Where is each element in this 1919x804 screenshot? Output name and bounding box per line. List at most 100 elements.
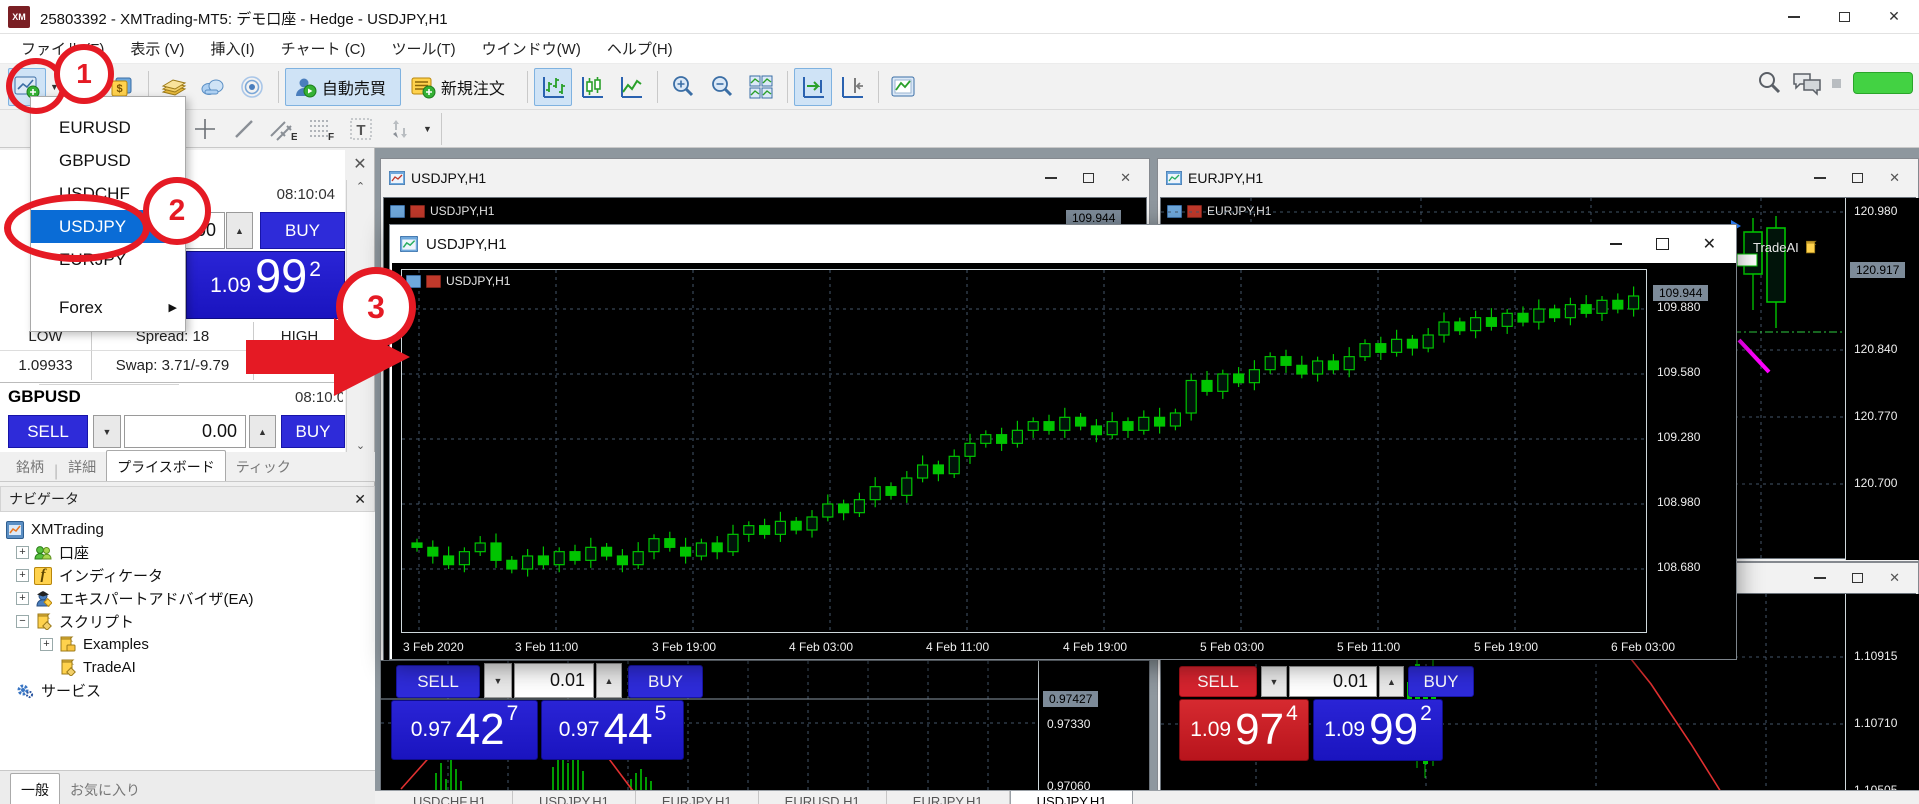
close-icon[interactable]: ✕ xyxy=(1889,170,1900,186)
nav-item-indicators[interactable]: + f インディケータ xyxy=(6,564,375,587)
new-order-button[interactable]: 新規注文 xyxy=(402,68,520,106)
maximize-icon[interactable] xyxy=(1852,573,1863,583)
volume-down-button[interactable]: ▼ xyxy=(484,663,512,698)
equidistant-channel-button[interactable]: E xyxy=(264,113,302,145)
shapes-button[interactable] xyxy=(381,113,419,145)
tab-usdjpy-h1[interactable]: USDJPY,H1 xyxy=(513,791,636,804)
buy-button[interactable]: BUY xyxy=(281,415,345,448)
menu-item-eurusd[interactable]: EURUSD xyxy=(31,111,187,144)
buy-button[interactable]: BUY xyxy=(260,212,345,249)
auto-scroll-button[interactable] xyxy=(794,68,832,106)
tab-symbols[interactable]: 銘柄 xyxy=(6,453,54,481)
scroll-up-icon[interactable]: ⌃ xyxy=(356,180,365,193)
maximize-icon[interactable] xyxy=(1852,173,1863,183)
buy-button[interactable]: BUY xyxy=(1408,666,1474,697)
close-button[interactable]: ✕ xyxy=(1869,0,1919,33)
volume-up-button[interactable]: ▲ xyxy=(596,663,622,698)
minimize-icon[interactable] xyxy=(1610,243,1622,245)
menu-tools[interactable]: ツール(T) xyxy=(379,34,469,63)
data-window-button[interactable] xyxy=(194,68,232,106)
tab-priceboard[interactable]: プライスボード xyxy=(106,450,226,481)
volume-down-button[interactable]: ▼ xyxy=(1261,666,1287,697)
maximize-icon[interactable] xyxy=(1083,173,1094,183)
minimize-button[interactable] xyxy=(1769,0,1819,33)
nav-item-scripts[interactable]: − スクリプト xyxy=(6,610,375,633)
text-button[interactable]: T xyxy=(342,113,380,145)
volume-input[interactable]: 0.00 xyxy=(124,415,246,448)
expand-plus-icon[interactable]: + xyxy=(40,638,53,651)
tab-eurusd-h1[interactable]: EURUSD,H1 xyxy=(759,791,887,804)
candles-chart-button[interactable] xyxy=(573,68,611,106)
fibonacci-button[interactable]: F xyxy=(303,113,341,145)
navigator-close-button[interactable]: ✕ xyxy=(354,491,366,508)
expand-plus-icon[interactable]: + xyxy=(16,592,29,605)
volume-up-button[interactable]: ▲ xyxy=(249,415,276,448)
trendline-button[interactable] xyxy=(225,113,263,145)
window-titlebar[interactable]: USDJPY,H1 ✕ xyxy=(390,225,1736,263)
expand-minus-icon[interactable]: − xyxy=(16,615,29,628)
nav-item-accounts[interactable]: + 口座 xyxy=(6,541,375,564)
zoom-out-button[interactable] xyxy=(703,68,741,106)
buy-price-display[interactable]: 0.97445 xyxy=(541,700,684,760)
menu-item-forex[interactable]: Forex ▶ xyxy=(31,291,187,324)
tab-details[interactable]: 詳細 xyxy=(58,453,106,481)
auto-trading-button[interactable]: 自動売買 xyxy=(285,68,401,106)
menu-help[interactable]: ヘルプ(H) xyxy=(594,34,686,63)
sell-button[interactable]: SELL xyxy=(396,665,480,698)
minimize-icon[interactable] xyxy=(1814,577,1826,579)
volume-input[interactable]: 0.01 xyxy=(514,663,594,698)
menu-item-gbpusd[interactable]: GBPUSD xyxy=(31,144,187,177)
buy-button[interactable]: BUY xyxy=(628,665,703,698)
chat-icon[interactable] xyxy=(1792,70,1822,96)
buy-price-display[interactable]: 1.09992 xyxy=(186,251,345,319)
indicators-button[interactable] xyxy=(885,68,923,106)
sell-price-display[interactable]: 1.09974 xyxy=(1179,699,1309,761)
close-icon[interactable]: ✕ xyxy=(1120,170,1131,186)
menu-window[interactable]: ウインドウ(W) xyxy=(469,34,594,63)
expand-plus-icon[interactable]: + xyxy=(16,569,29,582)
nav-item-services[interactable]: サービス xyxy=(6,679,375,702)
signals-button[interactable] xyxy=(233,68,271,106)
market-watch-close-button[interactable]: ✕ xyxy=(346,150,374,178)
menu-insert[interactable]: 挿入(I) xyxy=(198,34,268,63)
volume-up-button[interactable]: ▲ xyxy=(226,212,253,249)
window-titlebar[interactable]: USDJPY,H1 ✕ xyxy=(381,159,1149,197)
sell-button[interactable]: SELL xyxy=(1179,666,1257,697)
menu-chart[interactable]: チャート (C) xyxy=(268,34,379,63)
minimize-icon[interactable] xyxy=(1814,177,1826,179)
expand-plus-icon[interactable]: + xyxy=(16,546,29,559)
tab-eurjpy2-h1[interactable]: EURJPY,H1 xyxy=(887,791,1010,804)
tab-ticks[interactable]: ティック xyxy=(226,453,301,481)
bars-chart-button[interactable] xyxy=(534,68,572,106)
window-titlebar[interactable]: EURJPY,H1 ✕ xyxy=(1158,159,1918,197)
menu-view[interactable]: 表示 (V) xyxy=(117,34,197,63)
tab-favorites[interactable]: お気に入り xyxy=(60,776,150,804)
scroll-down-icon[interactable]: ⌄ xyxy=(356,439,365,452)
crosshair-button[interactable] xyxy=(186,113,224,145)
zoom-in-button[interactable] xyxy=(664,68,702,106)
tab-common[interactable]: 一般 xyxy=(10,773,60,804)
tab-usdchf-h1[interactable]: USDCHF,H1 xyxy=(387,791,513,804)
tab-usdjpy-active[interactable]: USDJPY,H1 xyxy=(1010,790,1134,804)
line-chart-button[interactable] xyxy=(612,68,650,106)
maximize-icon[interactable] xyxy=(1656,238,1669,250)
restore-button[interactable] xyxy=(1819,0,1869,33)
close-icon[interactable]: ✕ xyxy=(1889,570,1900,586)
tile-windows-button[interactable] xyxy=(742,68,780,106)
volume-input[interactable]: 0.01 xyxy=(1289,666,1377,697)
buy-price-display[interactable]: 1.09992 xyxy=(1313,699,1443,761)
minimize-icon[interactable] xyxy=(1045,177,1057,179)
sell-button[interactable]: SELL xyxy=(8,415,88,448)
tab-eurjpy-h1[interactable]: EURJPY,H1 xyxy=(636,791,759,804)
sell-price-display[interactable]: 0.97427 xyxy=(391,700,538,760)
close-icon[interactable]: ✕ xyxy=(1703,234,1716,254)
nav-item-tradeai[interactable]: TradeAI xyxy=(6,656,375,679)
search-icon[interactable] xyxy=(1756,70,1782,96)
volume-up-button[interactable]: ▲ xyxy=(1379,666,1404,697)
shapes-caret-icon[interactable]: ▼ xyxy=(420,124,435,134)
chart-shift-button[interactable] xyxy=(833,68,871,106)
nav-item-xmtrading[interactable]: XMTrading xyxy=(6,518,375,541)
nav-item-examples[interactable]: + Examples xyxy=(6,633,375,656)
nav-item-experts[interactable]: + エキスパートアドバイザ(EA) xyxy=(6,587,375,610)
volume-down-button[interactable]: ▼ xyxy=(93,415,121,448)
